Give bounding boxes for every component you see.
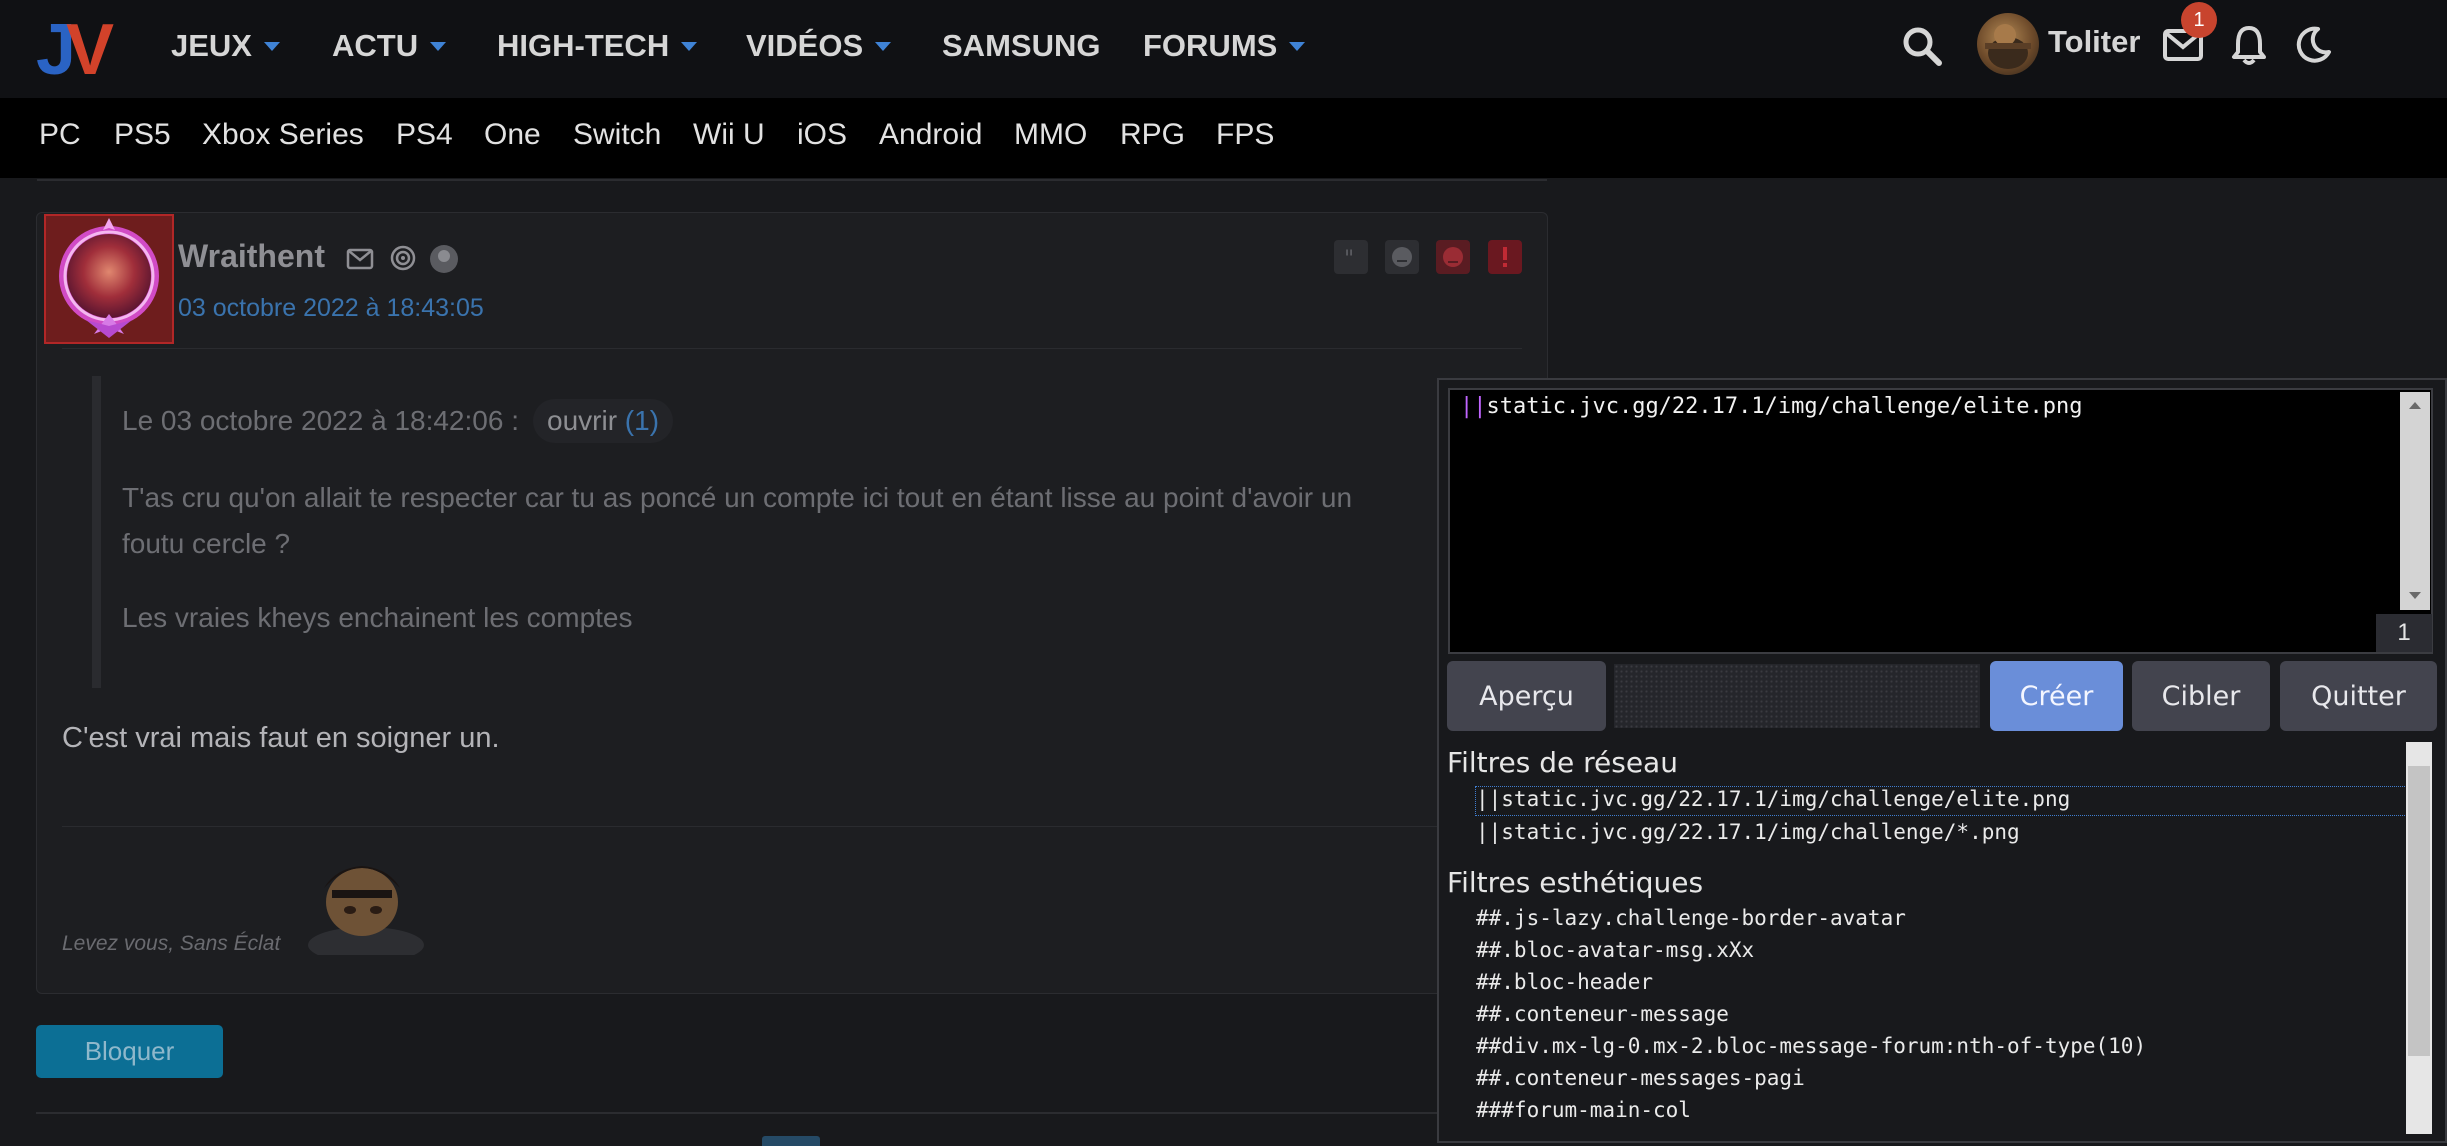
cosmetic-filters-title: Filtres esthétiques [1447,866,1704,899]
divider [62,348,1522,349]
dotted-spacer [1614,664,1980,728]
cosmetic-filter-item[interactable]: ##.js-lazy.challenge-border-avatar [1476,906,1906,930]
network-filter-item-selected[interactable]: ||static.jvc.gg/22.17.1/img/challenge/el… [1475,786,2407,816]
quote-header: Le 03 octobre 2022 à 18:42:06 : ouvrir (1… [122,399,674,443]
subnav-android[interactable]: Android [879,118,982,152]
subnav-rpg[interactable]: RPG [1120,118,1185,152]
bell-icon[interactable] [2231,24,2267,66]
nav-actu[interactable]: ACTU [332,24,447,68]
cosmetic-filter-item[interactable]: ###forum-main-col [1476,1098,1691,1122]
quote-line: Les vraies kheys enchainent les comptes [122,602,633,633]
post-author[interactable]: Wraithent [178,238,325,275]
report-button[interactable] [1488,240,1522,274]
network-filters-title: Filtres de réseau [1447,746,1678,779]
open-count: (1) [624,405,660,436]
nav-high-tech[interactable]: HIGH-TECH [497,24,698,68]
chevron-down-icon [263,41,280,51]
chevron-down-icon [681,41,698,51]
level-badge-icon [430,245,458,273]
messages-badge: 1 [2181,2,2217,38]
post-date[interactable]: 03 octobre 2022 à 18:43:05 [178,294,484,323]
quote-line: T'as cru qu'on allait te respecter car t… [122,482,1353,513]
editor-scrollbar[interactable] [2400,392,2430,610]
ignore-face-icon [1392,247,1412,267]
svg-text:": " [1344,247,1354,272]
quote-line: foutu cercle ? [122,528,291,559]
quote-date: Le 03 octobre 2022 à 18:42:06 : [122,405,519,436]
nav-forums[interactable]: FORUMS [1143,24,1306,68]
network-filter-item[interactable]: ||static.jvc.gg/22.17.1/img/challenge/*.… [1476,820,2020,844]
nav-videos[interactable]: VIDÉOS [746,24,892,68]
pagination-tab[interactable] [762,1136,820,1146]
subnav-ps4[interactable]: PS4 [396,118,453,152]
divider [36,1112,1546,1114]
quote-icon: " [1344,247,1354,272]
nav-jeux[interactable]: JEUX [171,24,280,68]
moon-icon[interactable] [2294,26,2332,64]
quote-bar [92,376,101,688]
cosmetic-filter-item[interactable]: ##.conteneur-messages-pagi [1476,1066,1805,1090]
cosmetic-filter-item[interactable]: ##.bloc-avatar-msg.xXx [1476,938,1754,962]
chevron-down-icon [430,41,447,51]
quit-button[interactable]: Quitter [2280,661,2437,731]
subnav-ios[interactable]: iOS [797,118,847,152]
filter-text: static.jvc.gg/22.17.1/img/challenge/elit… [1486,394,2083,419]
signature: Levez vous, Sans Éclat [62,932,281,955]
user-avatar-image [1985,24,2031,69]
filter-list-scroll-thumb[interactable] [2408,766,2430,1056]
subnav-ps5[interactable]: PS5 [114,118,171,152]
svg-text:V: V [66,14,114,80]
message-text: C'est vrai mais faut en soigner un. [62,722,500,754]
filter-editor-value[interactable]: ||static.jvc.gg/22.17.1/img/challenge/el… [1460,394,2083,419]
angry-face-icon [1443,247,1463,267]
divider [62,826,1522,827]
subnav-xbox-series[interactable]: Xbox Series [202,118,364,152]
scroll-down-icon[interactable] [2409,592,2421,599]
alert-icon [1503,247,1507,267]
subnav-mmo[interactable]: MMO [1014,118,1087,152]
subnav-switch[interactable]: Switch [573,118,661,152]
open-quote-button[interactable]: ouvrir (1) [533,399,674,443]
mail-icon[interactable] [346,248,374,270]
post-avatar[interactable] [44,214,174,344]
scroll-up-icon[interactable] [2409,402,2421,409]
subnav-one[interactable]: One [484,118,541,152]
challenge-border-avatar [59,218,159,338]
user-avatar[interactable] [1977,13,2039,75]
preview-button[interactable]: Aperçu [1447,661,1606,731]
signature-image [308,866,424,955]
filter-editor[interactable] [1448,388,2433,654]
chevron-down-icon [875,41,892,51]
cosmetic-filter-item[interactable]: ##div.mx-lg-0.mx-2.bloc-message-forum:nt… [1476,1034,2146,1058]
create-button[interactable]: Créer [1990,661,2123,731]
divider [37,179,1547,181]
cosmetic-filter-item[interactable]: ##.conteneur-message [1476,1002,1729,1026]
subnav-wii-u[interactable]: Wii U [693,118,765,152]
chevron-down-icon [1289,41,1306,51]
match-counter: 1 [2376,614,2432,652]
target-button[interactable]: Cibler [2132,661,2270,731]
spiral-icon[interactable] [390,245,416,271]
username[interactable]: Toliter [2048,24,2140,60]
block-button[interactable]: Bloquer [36,1025,223,1078]
subnav-fps[interactable]: FPS [1216,118,1274,152]
jv-logo[interactable]: J V [36,14,122,80]
blacklist-button[interactable] [1436,240,1470,274]
quote-button[interactable]: " [1334,240,1368,274]
top-navigation: J V JEUX ACTU HIGH-TECH VIDÉOS SAMSUNG F… [0,0,2447,98]
subnav-pc[interactable]: PC [39,118,81,152]
search-icon[interactable] [1902,26,1942,66]
nav-samsung[interactable]: SAMSUNG [942,24,1100,68]
cosmetic-filter-item[interactable]: ##.bloc-header [1476,970,1653,994]
filter-prefix: || [1460,394,1487,419]
open-label: ouvrir [547,405,618,436]
ignore-button[interactable] [1385,240,1419,274]
